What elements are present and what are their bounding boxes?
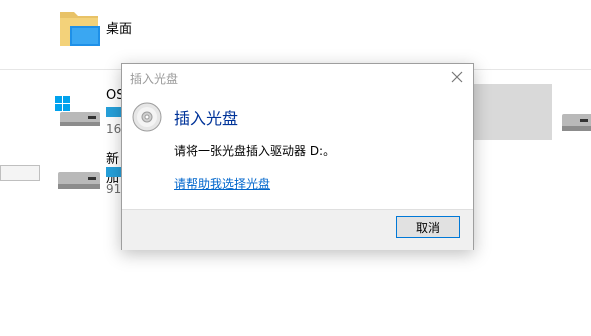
dialog-message: 请将一张光盘插入驱动器 D:。 [174,144,336,158]
insert-disc-dialog: 插入光盘 插入光盘 请将一张光盘插入驱动器 D:。 请帮助我选择光盘 取消 [121,63,474,250]
drive-item-new[interactable]: 新加 91 [54,148,126,208]
drive-item-os[interactable]: OS 16 [54,88,126,148]
hard-drive-icon[interactable] [560,106,591,136]
desktop-folder-icon [60,12,100,46]
partial-scroll-element [0,165,40,181]
dialog-heading: 插入光盘 [174,109,239,128]
dialog-title: 插入光盘 [130,72,179,86]
cancel-button[interactable]: 取消 [396,216,460,238]
help-choose-disc-link[interactable]: 请帮助我选择光盘 [174,175,270,192]
desktop-folder-label: 桌面 [106,22,133,37]
desktop-folder-item[interactable]: 桌面 [58,6,188,50]
selected-drive-highlight[interactable] [462,84,552,140]
hard-drive-icon [58,172,100,189]
drive-size: 16 [106,122,122,136]
dialog-footer: 取消 [122,209,473,250]
drive-size: 91 [106,182,122,196]
dialog-titlebar[interactable]: 插入光盘 [122,64,473,90]
close-icon[interactable] [448,68,466,86]
cd-icon [132,102,162,132]
windows-drive-icon [55,96,100,126]
